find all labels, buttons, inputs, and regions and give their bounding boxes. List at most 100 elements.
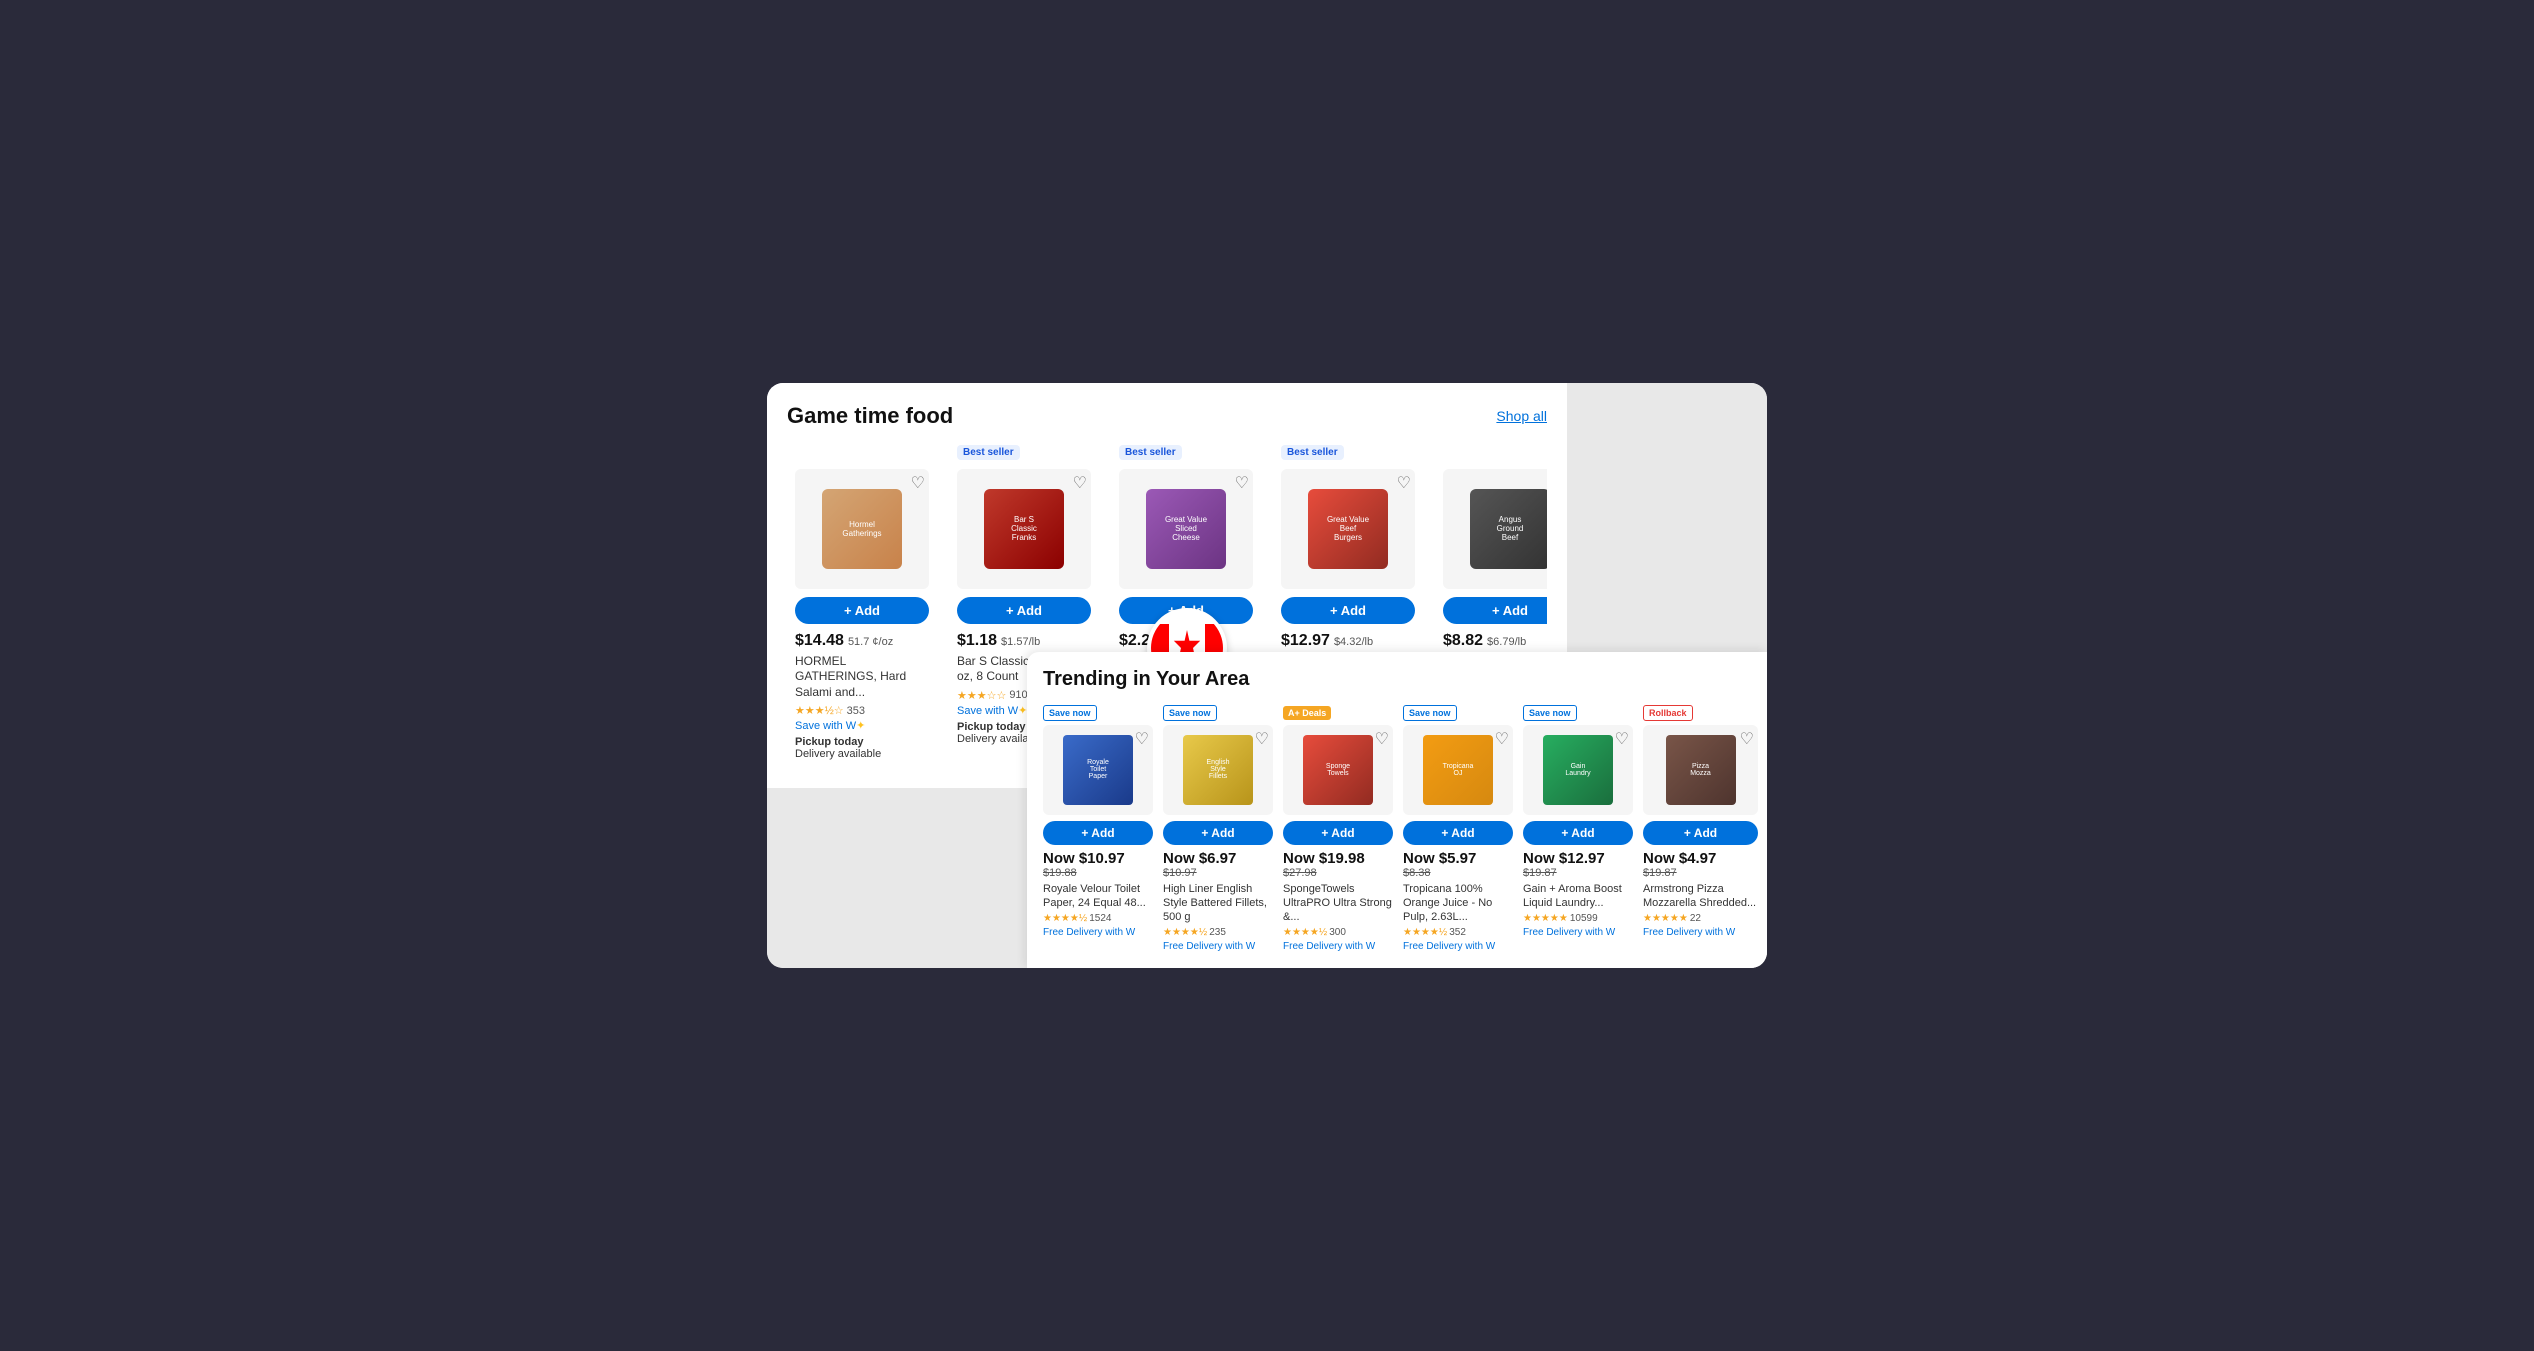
heart-icon-franks[interactable]: ♡: [1073, 473, 1087, 493]
product-name-english: High Liner English Style Battered Fillet…: [1163, 882, 1273, 925]
trending-card-english: Save now ♡ EnglishStyleFillets + Add Now…: [1163, 703, 1273, 953]
rollback-badge-pizza: Rollback: [1643, 705, 1693, 721]
angus-image: AngusGroundBeef: [1470, 489, 1547, 569]
add-button-franks[interactable]: + Add: [957, 597, 1091, 624]
trending-products-row: Save now ♡ RoyaleToiletPaper + Add Now $…: [1043, 703, 1751, 953]
badge-row-pizza: Rollback: [1643, 703, 1758, 721]
stars-tropicana: ★★★★½ 352: [1403, 927, 1513, 938]
pickup-hormel: Pickup today Delivery available: [795, 736, 929, 760]
product-image-burgers: ♡ Great ValueBeefBurgers: [1281, 469, 1415, 589]
save-now-badge-tropicana: Save now: [1403, 705, 1457, 721]
trending-image-sponge: ♡ SpongeTowels: [1283, 725, 1393, 815]
shop-all-link[interactable]: Shop all: [1496, 408, 1547, 424]
save-now-badge-gain: Save now: [1523, 705, 1577, 721]
stars-icon-royale: ★★★★½: [1043, 913, 1087, 924]
heart-icon-royale[interactable]: ♡: [1135, 729, 1149, 749]
product-name-hormel: HORMEL GATHERINGS, Hard Salami and...: [795, 654, 929, 701]
product-name-gain: Gain + Aroma Boost Liquid Laundry...: [1523, 882, 1633, 911]
heart-icon-tropicana[interactable]: ♡: [1495, 729, 1509, 749]
free-delivery-tropicana: Free Delivery with W: [1403, 941, 1513, 952]
review-count-gain: 10599: [1570, 913, 1598, 924]
stars-icon-pizza: ★★★★★: [1643, 913, 1688, 924]
trending-card-gain: Save now ♡ GainLaundry + Add Now $12.97 …: [1523, 703, 1633, 953]
price-per-angus: $6.79/lb: [1487, 636, 1526, 648]
free-delivery-english: Free Delivery with W: [1163, 941, 1273, 952]
best-seller-badge-cheese: Best seller: [1119, 445, 1182, 460]
review-count-tropicana: 352: [1449, 927, 1466, 938]
stars-english: ★★★★½ 235: [1163, 927, 1273, 938]
review-count-hormel: 353: [847, 705, 865, 717]
was-price-royale: $19.88: [1043, 867, 1153, 879]
product-name-royale: Royale Velour Toilet Paper, 24 Equal 48.…: [1043, 882, 1153, 911]
badge-row-tropicana: Save now: [1403, 703, 1513, 721]
franks-image: Bar SClassicFranks: [984, 489, 1064, 569]
price-angus: $8.82: [1443, 632, 1483, 650]
badge-row-gain: Save now: [1523, 703, 1633, 721]
price-burgers: $12.97: [1281, 632, 1330, 650]
heart-icon-english[interactable]: ♡: [1255, 729, 1269, 749]
stars-pizza: ★★★★★ 22: [1643, 913, 1758, 924]
stars-icon-sponge: ★★★★½: [1283, 927, 1327, 938]
main-container: Game time food Shop all ♡ HormelGatherin…: [767, 383, 1767, 969]
product-card-hormel: ♡ HormelGatherings + Add $14.48 51.7 ¢/o…: [787, 445, 937, 769]
review-count-english: 235: [1209, 927, 1226, 938]
tropicana-img: TropicanaOJ: [1423, 735, 1493, 805]
stars-royale: ★★★★½ 1524: [1043, 913, 1153, 924]
trending-card-royale: Save now ♡ RoyaleToiletPaper + Add Now $…: [1043, 703, 1153, 953]
badge-row-english: Save now: [1163, 703, 1273, 721]
badge-row-sponge: A+ Deals: [1283, 703, 1393, 721]
page-title: Game time food: [787, 403, 953, 429]
add-button-royale[interactable]: + Add: [1043, 821, 1153, 845]
trending-section: Trending in Your Area Save now ♡ RoyaleT…: [1027, 652, 1767, 969]
add-button-tropicana[interactable]: + Add: [1403, 821, 1513, 845]
add-button-burgers[interactable]: + Add: [1281, 597, 1415, 624]
best-seller-badge-franks: Best seller: [957, 445, 1020, 460]
stars-icon-franks: ★★★☆☆: [957, 689, 1006, 702]
add-button-english[interactable]: + Add: [1163, 821, 1273, 845]
price-franks: $1.18: [957, 632, 997, 650]
now-price-sponge: Now $19.98: [1283, 850, 1393, 867]
product-image-franks: ♡ Bar SClassicFranks: [957, 469, 1091, 589]
now-price-pizza: Now $4.97: [1643, 850, 1758, 867]
trending-title: Trending in Your Area: [1043, 668, 1751, 691]
trending-image-english: ♡ EnglishStyleFillets: [1163, 725, 1273, 815]
add-button-sponge[interactable]: + Add: [1283, 821, 1393, 845]
cheese-image: Great ValueSlicedCheese: [1146, 489, 1226, 569]
add-button-gain[interactable]: + Add: [1523, 821, 1633, 845]
stars-icon-english: ★★★★½: [1163, 927, 1207, 938]
trending-card-sponge: A+ Deals ♡ SpongeTowels + Add Now $19.98…: [1283, 703, 1393, 953]
product-name-pizza: Armstrong Pizza Mozzarella Shredded...: [1643, 882, 1758, 911]
heart-icon-gain[interactable]: ♡: [1615, 729, 1629, 749]
free-delivery-sponge: Free Delivery with W: [1283, 941, 1393, 952]
add-button-angus[interactable]: + Add: [1443, 597, 1547, 624]
price-per-hormel: 51.7 ¢/oz: [848, 636, 893, 648]
price-per-franks: $1.57/lb: [1001, 636, 1040, 648]
free-delivery-gain: Free Delivery with W: [1523, 927, 1633, 938]
product-name-tropicana: Tropicana 100% Orange Juice - No Pulp, 2…: [1403, 882, 1513, 925]
badge-row-royale: Save now: [1043, 703, 1153, 721]
free-delivery-royale: Free Delivery with W: [1043, 927, 1153, 938]
heart-icon-cheese[interactable]: ♡: [1235, 473, 1249, 493]
stars-sponge: ★★★★½ 300: [1283, 927, 1393, 938]
product-image-angus: ♡ AngusGroundBeef: [1443, 469, 1547, 589]
review-count-sponge: 300: [1329, 927, 1346, 938]
heart-icon-burgers[interactable]: ♡: [1397, 473, 1411, 493]
review-count-pizza: 22: [1690, 913, 1701, 924]
price-row-franks: $1.18 $1.57/lb: [957, 632, 1091, 650]
burgers-image: Great ValueBeefBurgers: [1308, 489, 1388, 569]
trending-image-royale: ♡ RoyaleToiletPaper: [1043, 725, 1153, 815]
stars-icon-gain: ★★★★★: [1523, 913, 1568, 924]
price-hormel: $14.48: [795, 632, 844, 650]
add-button-pizza[interactable]: + Add: [1643, 821, 1758, 845]
section-header: Game time food Shop all: [787, 403, 1547, 429]
now-price-gain: Now $12.97: [1523, 850, 1633, 867]
best-seller-badge-burgers: Best seller: [1281, 445, 1344, 460]
stars-hormel: ★★★½☆ 353: [795, 704, 929, 717]
add-button-hormel[interactable]: + Add: [795, 597, 929, 624]
stars-icon-tropicana: ★★★★½: [1403, 927, 1447, 938]
hormel-image: HormelGatherings: [822, 489, 902, 569]
product-image-cheese: ♡ Great ValueSlicedCheese: [1119, 469, 1253, 589]
heart-icon-sponge[interactable]: ♡: [1375, 729, 1389, 749]
heart-icon-hormel[interactable]: ♡: [911, 473, 925, 493]
heart-icon-pizza[interactable]: ♡: [1740, 729, 1754, 749]
